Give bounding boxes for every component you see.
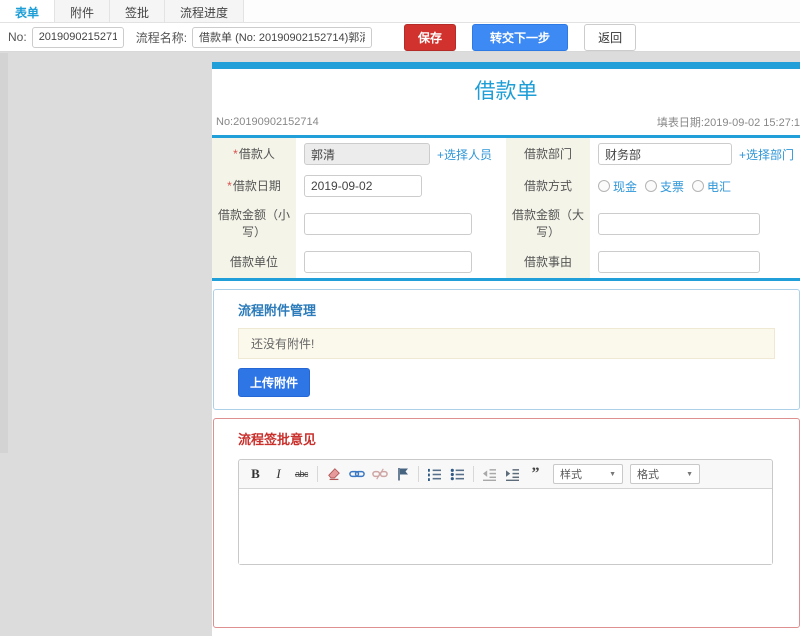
amount-small-field xyxy=(296,202,506,246)
toolbar-separator xyxy=(418,466,419,482)
page-title: 借款单 xyxy=(474,80,538,103)
bulleted-list-button[interactable] xyxy=(447,464,468,484)
amount-big-field xyxy=(590,202,800,246)
unit-label: 借款单位 xyxy=(212,246,296,278)
borrow-date-input[interactable] xyxy=(304,175,422,197)
borrower-field: +选择人员 xyxy=(296,138,506,170)
indent-button[interactable] xyxy=(502,464,523,484)
required-mark: * xyxy=(227,178,232,193)
remove-format-button[interactable] xyxy=(323,464,344,484)
department-input[interactable] xyxy=(598,143,732,165)
save-button[interactable]: 保存 xyxy=(404,23,457,51)
rich-text-editor: B I abc ” 样式 ▼ 格式 ▼ xyxy=(238,459,773,565)
attachments-heading: 流程附件管理 xyxy=(238,303,317,318)
select-person-link[interactable]: +选择人员 xyxy=(437,146,492,163)
panel-accent-bar xyxy=(212,62,800,69)
styles-dropdown[interactable]: 样式 ▼ xyxy=(553,464,623,484)
tab-progress[interactable]: 流程进度 xyxy=(165,0,245,22)
amount-small-label: 借款金额（小写） xyxy=(212,202,296,246)
department-label: 借款部门 xyxy=(506,138,590,170)
next-step-button[interactable]: 转交下一步 xyxy=(472,23,569,51)
reason-label: 借款事由 xyxy=(506,246,590,278)
borrower-label: *借款人 xyxy=(212,138,296,170)
eraser-icon xyxy=(327,468,340,481)
loan-form: *借款人 +选择人员 借款部门 +选择部门 *借款日期 借款方式 现金 支票 电… xyxy=(212,138,800,281)
left-gutter xyxy=(0,53,8,453)
method-options: 现金 支票 电汇 xyxy=(598,178,731,195)
editor-toolbar: B I abc ” 样式 ▼ 格式 ▼ xyxy=(239,460,772,489)
tab-bar: 表单 附件 签批 流程进度 xyxy=(0,0,800,23)
chevron-down-icon: ▼ xyxy=(686,470,693,478)
amount-small-input[interactable] xyxy=(304,213,472,235)
approval-heading: 流程签批意见 xyxy=(238,432,317,447)
borrower-input[interactable] xyxy=(304,143,430,165)
unit-input[interactable] xyxy=(304,251,472,273)
bold-button[interactable]: B xyxy=(245,464,266,484)
form-panel: 借款单 No:20190902152714 填表日期:2019-09-02 15… xyxy=(212,62,800,636)
toolbar-separator xyxy=(317,466,318,482)
select-department-link[interactable]: +选择部门 xyxy=(739,146,794,163)
tab-form[interactable]: 表单 xyxy=(0,0,56,22)
method-label: 借款方式 xyxy=(506,170,590,202)
no-input[interactable] xyxy=(31,26,124,48)
bulleted-list-icon xyxy=(450,468,464,480)
toolbar-separator xyxy=(473,466,474,482)
reason-input[interactable] xyxy=(598,251,760,273)
radio-circle-icon xyxy=(598,180,610,192)
radio-circle-icon xyxy=(692,180,705,192)
radio-circle-icon xyxy=(645,180,658,192)
document-meta-bar: No:20190902152714 填表日期:2019-09-02 15:27:… xyxy=(212,109,800,138)
method-field: 现金 支票 电汇 xyxy=(590,170,800,202)
strikethrough-button[interactable]: abc xyxy=(291,464,312,484)
italic-button[interactable]: I xyxy=(268,464,289,484)
borrow-date-label: *借款日期 xyxy=(212,170,296,202)
borrow-date-field xyxy=(296,170,506,202)
link-button[interactable] xyxy=(346,464,367,484)
document-no: No:20190902152714 xyxy=(216,116,319,128)
outdent-button[interactable] xyxy=(479,464,500,484)
radio-cheque[interactable]: 支票 xyxy=(645,178,684,195)
process-name-label: 流程名称: xyxy=(135,30,188,45)
approval-section: 流程签批意见 B I abc ” 样式 ▼ 格式 ▼ xyxy=(213,418,800,628)
flag-icon xyxy=(397,468,408,481)
required-mark: * xyxy=(233,146,238,161)
editor-content-area[interactable] xyxy=(239,489,772,564)
numbered-list-icon xyxy=(428,468,441,481)
unlink-icon xyxy=(371,468,388,480)
numbered-list-button[interactable] xyxy=(424,464,445,484)
back-button[interactable]: 返回 xyxy=(584,23,637,51)
upload-attachment-button[interactable]: 上传附件 xyxy=(238,368,311,397)
no-attachments-message: 还没有附件! xyxy=(238,328,775,359)
indent-icon xyxy=(506,468,519,481)
blockquote-button[interactable]: ” xyxy=(525,464,546,484)
tab-approval[interactable]: 签批 xyxy=(110,0,166,22)
action-toolbar: No: 流程名称: 保存 转交下一步 返回 xyxy=(0,23,800,52)
fill-date: 填表日期:2019-09-02 15:27:1 xyxy=(656,117,800,129)
reason-field xyxy=(590,246,800,278)
chevron-down-icon: ▼ xyxy=(609,470,616,478)
amount-big-input[interactable] xyxy=(598,213,760,235)
no-label: No: xyxy=(8,30,27,44)
radio-cash[interactable]: 现金 xyxy=(598,178,637,195)
outdent-icon xyxy=(483,468,496,481)
tab-attachments[interactable]: 附件 xyxy=(55,0,111,22)
link-icon xyxy=(348,470,365,478)
unit-field xyxy=(296,246,506,278)
anchor-button[interactable] xyxy=(392,464,413,484)
amount-big-label: 借款金额（大写） xyxy=(506,202,590,246)
process-name-input[interactable] xyxy=(192,26,373,48)
unlink-button[interactable] xyxy=(369,464,390,484)
format-dropdown[interactable]: 格式 ▼ xyxy=(630,464,700,484)
attachments-section: 流程附件管理 还没有附件! 上传附件 xyxy=(213,289,800,410)
radio-wire[interactable]: 电汇 xyxy=(692,178,731,195)
department-field: +选择部门 xyxy=(590,138,800,170)
